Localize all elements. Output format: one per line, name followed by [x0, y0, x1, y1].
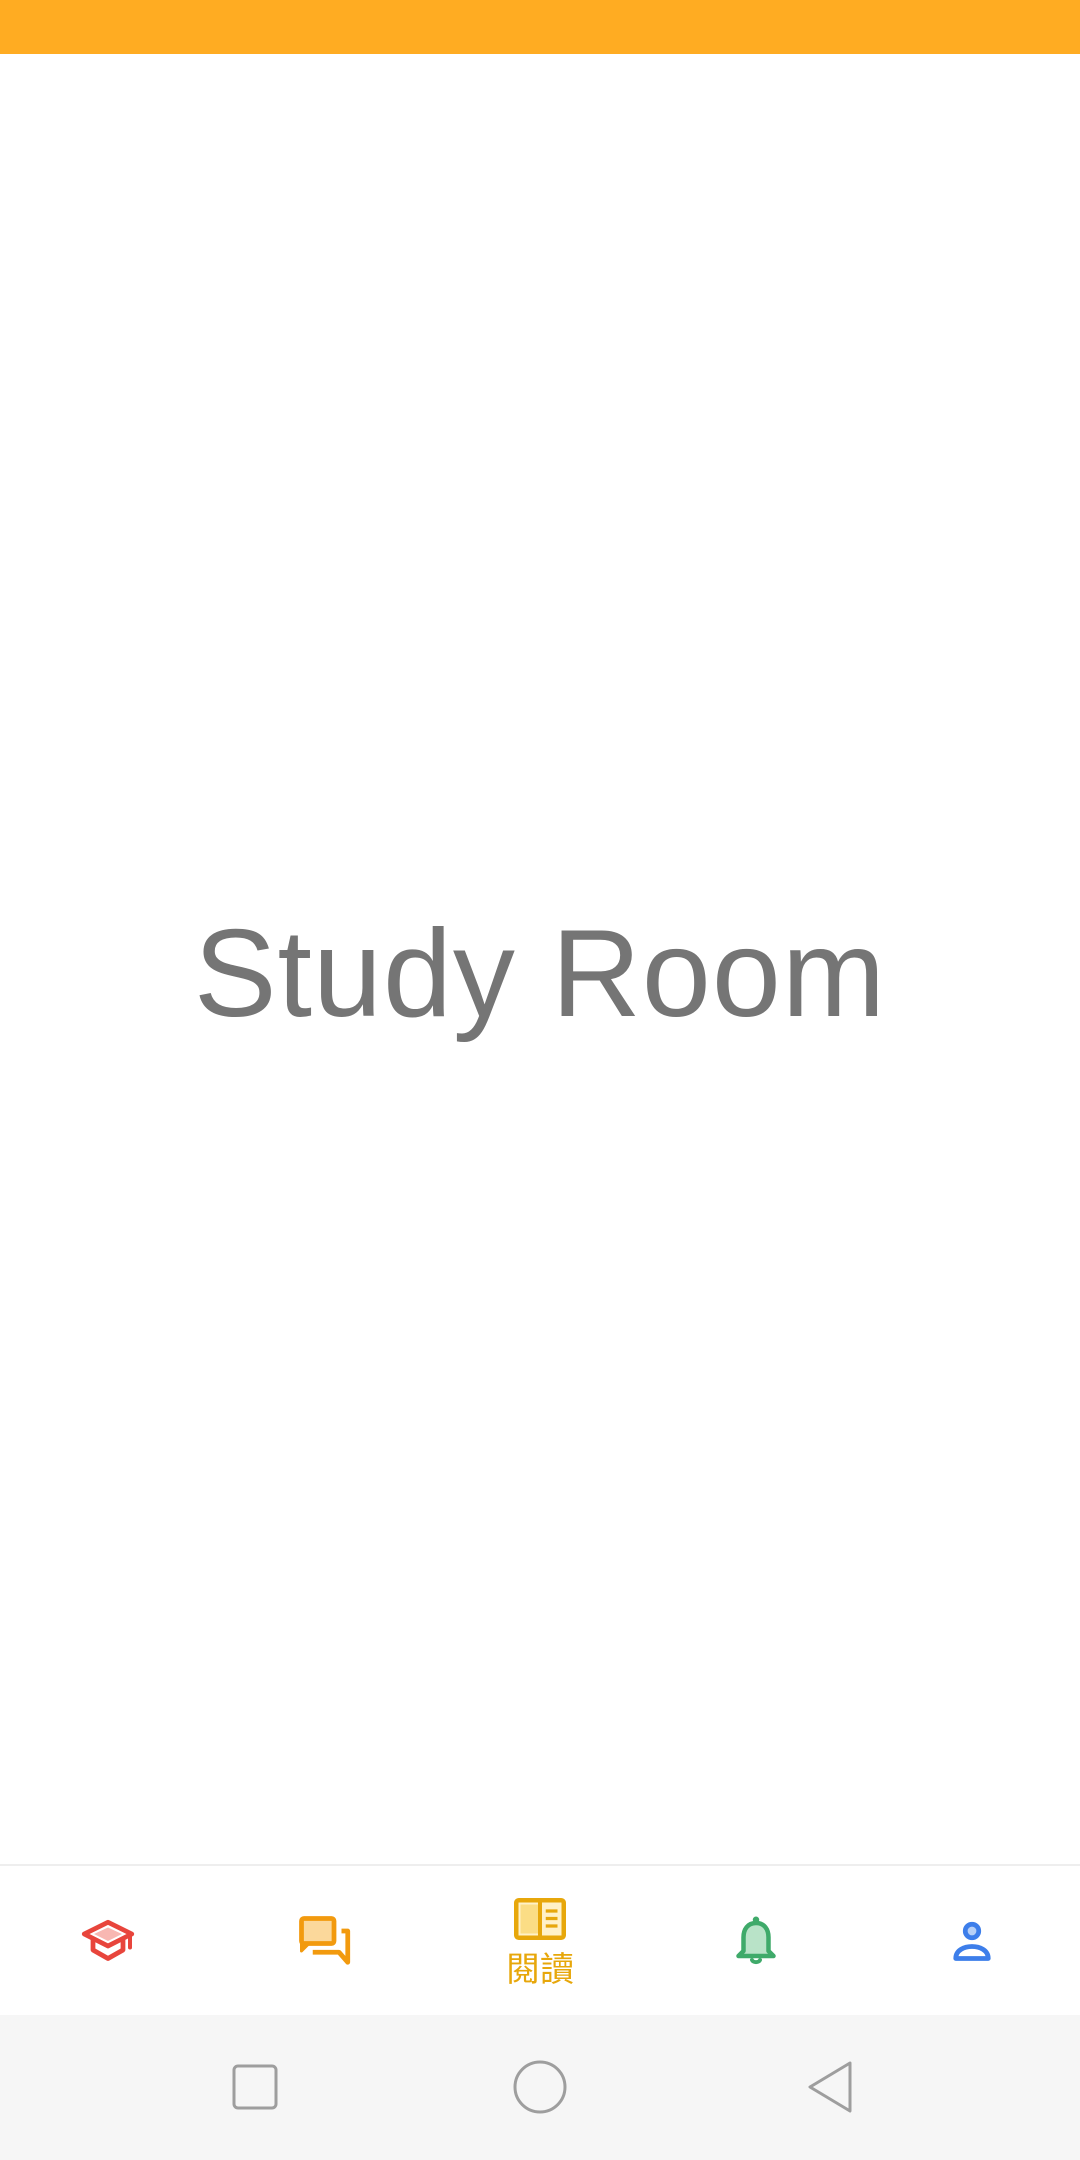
nav-item-discuss[interactable]: [216, 1866, 432, 2015]
open-book-icon: [514, 1897, 566, 1940]
nav-item-read[interactable]: 閱讀: [432, 1866, 648, 2015]
nav-item-learn[interactable]: [0, 1866, 216, 2015]
status-bar: [0, 0, 1080, 54]
system-navigation-bar: [0, 2015, 1080, 2160]
home-button[interactable]: [504, 2051, 576, 2123]
page-title: Study Room: [193, 905, 887, 1043]
back-icon: [808, 2061, 852, 2113]
recent-apps-button[interactable]: [219, 2051, 291, 2123]
person-icon: [953, 1921, 991, 1961]
back-button[interactable]: [794, 2051, 866, 2123]
bottom-navigation: 閱讀: [0, 1864, 1080, 2015]
main-content: Study Room: [0, 54, 1080, 1864]
nav-label-read: 閱讀: [506, 1950, 574, 1989]
app-screen: Study Room 閱讀: [0, 0, 1080, 2160]
nav-item-profile[interactable]: [864, 1866, 1080, 2015]
graduation-cap-icon: [81, 1919, 135, 1961]
chat-bubbles-icon: [299, 1915, 351, 1965]
bell-icon: [736, 1916, 776, 1964]
home-icon: [513, 2060, 567, 2114]
recent-apps-icon: [232, 2064, 278, 2110]
nav-item-notify[interactable]: [648, 1866, 864, 2015]
